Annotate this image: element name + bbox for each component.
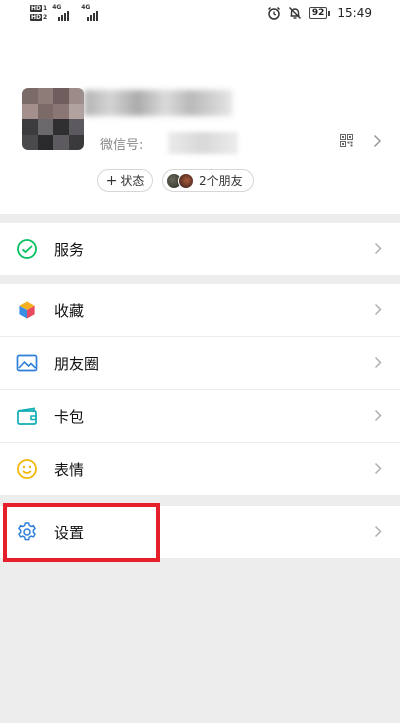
menu-item-services[interactable]: 服务	[0, 223, 400, 275]
card-icon	[17, 407, 37, 425]
bell-muted-icon	[288, 7, 301, 19]
menu-item-label: 卡包	[54, 408, 85, 426]
sim1-number: 1	[43, 5, 48, 12]
status-button-label: 状态	[120, 174, 145, 188]
qr-code-icon[interactable]	[340, 134, 353, 147]
avatar[interactable]	[22, 88, 84, 150]
picture-icon	[16, 354, 38, 372]
clock: 15:49	[337, 6, 372, 20]
smiley-icon	[17, 459, 37, 479]
menu-item-moments[interactable]: 朋友圈	[0, 337, 400, 389]
menu-item-label: 收藏	[54, 302, 85, 320]
menu-item-label: 服务	[54, 241, 85, 259]
chevron-right-icon	[374, 525, 382, 538]
signal-strength-icon: 4G	[52, 4, 76, 21]
sim2-number: 2	[43, 14, 48, 21]
plus-icon: +	[105, 172, 118, 189]
chevron-right-icon	[374, 409, 382, 422]
chevron-right-icon	[374, 356, 382, 369]
menu-item-label: 表情	[54, 461, 85, 479]
highlight-annotation-box	[3, 503, 160, 562]
friend-avatars	[166, 172, 196, 189]
menu-item-favorites[interactable]: 收藏	[0, 284, 400, 336]
profile-header[interactable]: 微信号: + 状态 2个朋友	[0, 30, 400, 214]
wechat-id-redacted	[168, 132, 238, 154]
sim1-hd-badge: HD	[30, 5, 43, 12]
signal-strength-icon: 4G	[81, 4, 105, 21]
add-status-button[interactable]: + 状态	[97, 169, 153, 192]
chevron-right-icon	[374, 242, 382, 255]
cube-icon	[18, 300, 36, 320]
battery-level: 92	[308, 7, 328, 19]
nickname-redacted	[84, 90, 232, 116]
wechat-id-label: 微信号:	[100, 138, 144, 153]
sim2-hd-badge: HD	[30, 14, 43, 21]
alarm-icon	[267, 6, 280, 20]
chevron-right-icon	[374, 303, 382, 316]
friends-button[interactable]: 2个朋友	[162, 169, 254, 192]
friend-avatar	[178, 172, 194, 189]
wallet-icon	[17, 239, 37, 259]
signal-indicators: HD 1 HD 2 4G 4G	[30, 4, 105, 21]
battery-icon: 92	[308, 7, 331, 19]
friends-button-label: 2个朋友	[199, 174, 243, 188]
status-bar: HD 1 HD 2 4G 4G 92 15:49	[0, 0, 400, 30]
menu-item-stickers[interactable]: 表情	[0, 443, 400, 495]
chevron-right-icon[interactable]	[373, 134, 382, 148]
menu-item-label: 朋友圈	[54, 355, 100, 373]
network-type-label: 4G	[81, 4, 91, 11]
chevron-right-icon	[374, 462, 382, 475]
menu-item-cards[interactable]: 卡包	[0, 390, 400, 442]
network-type-label: 4G	[52, 4, 62, 11]
